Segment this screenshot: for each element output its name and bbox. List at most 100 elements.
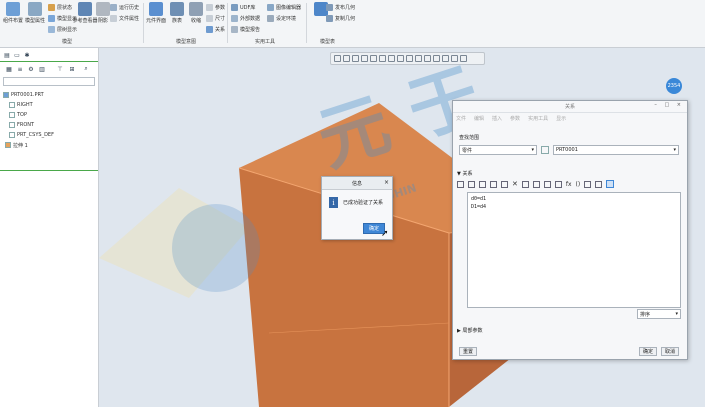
ribbon-small-12[interactable]: 关系 [206, 25, 225, 34]
watermark-globe [172, 204, 260, 292]
function-icon[interactable]: fx [566, 181, 572, 188]
menu-show[interactable]: 显示 [556, 115, 566, 122]
units-icon[interactable] [543, 180, 551, 188]
ribbon-button-7[interactable]: 收缩 [185, 2, 207, 24]
show-icon[interactable]: ▦ [5, 65, 13, 73]
tree-icon[interactable]: ▤ [3, 51, 11, 59]
tree-search-input[interactable] [3, 77, 95, 86]
panel-divider [0, 170, 98, 171]
ok-button[interactable]: 确定 [639, 347, 657, 356]
ribbon-small-6[interactable]: 参数 [206, 3, 225, 12]
menu-edit[interactable]: 编辑 [474, 115, 484, 122]
ribbon-small-5[interactable]: 文件属性 [110, 14, 139, 23]
relations-editor[interactable]: d0=d1 D1=d4 [467, 192, 681, 308]
pan-icon[interactable] [370, 55, 377, 62]
copy-icon[interactable] [490, 180, 497, 188]
relations-titlebar[interactable]: 关系 – □ × [453, 101, 687, 113]
repaint-icon[interactable] [361, 55, 368, 62]
rotate-icon[interactable] [379, 55, 386, 62]
status-badge[interactable]: 2354 [666, 78, 682, 94]
model-select[interactable]: PRT0001 ▾ [553, 145, 679, 155]
zoom-out-icon[interactable] [352, 55, 359, 62]
tree-item[interactable]: FRONT [3, 120, 54, 130]
extrude-icon [5, 142, 11, 148]
ribbon-small-15[interactable]: 复制几何 [326, 14, 355, 23]
external-data-icon [231, 15, 238, 22]
ribbon-small-8[interactable]: UDF库 [231, 3, 255, 12]
type-select[interactable]: 零件 ▾ [459, 145, 537, 155]
ribbon-small-4[interactable]: 运行历史 [110, 3, 139, 12]
dimension-icon [206, 15, 213, 22]
publish-geometry-icon [326, 4, 333, 11]
paste-icon[interactable] [501, 180, 508, 188]
delete-icon[interactable]: ✕ [512, 180, 518, 188]
select-arrow-icon[interactable] [541, 146, 549, 154]
menu-params[interactable]: 参数 [510, 115, 520, 122]
sort-select[interactable]: 排序 ▾ [637, 309, 681, 319]
ribbon-small-7[interactable]: 尺寸 [206, 14, 225, 23]
redo-icon[interactable] [468, 180, 475, 188]
relations-menu: 文件 编辑 插入 参数 实用工具 显示 [456, 115, 574, 122]
datum-plane-icon [9, 112, 15, 118]
group-label-model: 模型 [62, 39, 73, 45]
table-icon[interactable] [595, 180, 603, 188]
ribbon-icon-3 [78, 2, 92, 16]
tree-item[interactable]: TOP [3, 110, 54, 120]
ribbon-small-13[interactable]: 设定环境 [267, 14, 296, 23]
filter-icon[interactable]: ⊤ [56, 65, 64, 73]
code-line: d0=d1 [471, 196, 487, 202]
cut-icon[interactable] [479, 180, 486, 188]
tree-item[interactable]: PRT0001.PRT [3, 90, 54, 100]
info-dialog-titlebar[interactable]: 信息 × [322, 177, 392, 190]
lookin-label: 查找范围 [459, 135, 480, 141]
ribbon-button-1[interactable]: 组件布置 [2, 2, 24, 24]
ribbon-button-2[interactable]: 模型属性 [24, 2, 46, 24]
report-icon [231, 26, 238, 33]
star-icon[interactable]: ✱ [23, 51, 31, 59]
cancel-button[interactable]: 取消 [661, 347, 679, 356]
ribbon-small-3[interactable]: 层树显示 [48, 25, 77, 34]
evaluate-icon[interactable] [584, 180, 592, 188]
local-params-toggle[interactable]: ▶ 局部参数 [457, 327, 482, 334]
ribbon-small-11[interactable]: 图像编辑器 [267, 3, 301, 12]
dimension-icon[interactable] [532, 180, 540, 188]
code-line: D1=d4 [471, 204, 487, 210]
zoom-fit-icon[interactable] [334, 55, 341, 62]
history-icon [110, 4, 117, 11]
menu-utilities[interactable]: 实用工具 [528, 115, 548, 122]
ribbon-separator [306, 3, 307, 43]
menu-insert[interactable]: 插入 [492, 115, 502, 122]
sort-icon[interactable] [554, 180, 562, 188]
ribbon-icon-6 [170, 2, 184, 16]
reset-button[interactable]: 重置 [459, 347, 477, 356]
ribbon-icon-5 [149, 2, 163, 16]
zoom-in-icon[interactable] [343, 55, 350, 62]
search-icon[interactable]: ⌕ [82, 65, 90, 73]
display-icon [48, 15, 55, 22]
ribbon-small-1[interactable]: 层状态 [48, 3, 72, 12]
file-props-icon [110, 15, 117, 22]
ribbon-small-9[interactable]: 外部数据 [231, 14, 260, 23]
cursor-icon: ➚ [381, 229, 389, 239]
show-values-icon[interactable] [521, 180, 529, 188]
menu-file[interactable]: 文件 [456, 115, 466, 122]
layer-icon[interactable]: ▥ [38, 65, 46, 73]
csys-icon [9, 132, 15, 138]
folder-icon[interactable]: ▭ [13, 51, 21, 59]
settings-icon[interactable]: ⚙ [27, 65, 35, 73]
verify-icon[interactable] [606, 180, 615, 188]
list-icon[interactable]: ≡ [16, 65, 24, 73]
ribbon-button-5[interactable]: 元件界面 [145, 2, 167, 24]
ribbon-small-14[interactable]: 发布几何 [326, 3, 355, 12]
ribbon-separator [227, 3, 228, 43]
tree-item[interactable]: PRT_CSYS_DEF [3, 130, 54, 140]
ribbon-small-10[interactable]: 模型报告 [231, 25, 260, 34]
undo-icon[interactable] [457, 180, 464, 188]
columns-icon[interactable]: ⊞ [68, 65, 76, 73]
tree-item[interactable]: RIGHT [3, 100, 54, 110]
close-icon[interactable]: × [384, 179, 389, 186]
parens-icon[interactable]: () [576, 181, 581, 188]
tree-item[interactable]: 拉伸 1 [3, 140, 54, 150]
window-controls-icon[interactable]: – □ × [654, 102, 684, 108]
ribbon-icon-1 [6, 2, 20, 16]
